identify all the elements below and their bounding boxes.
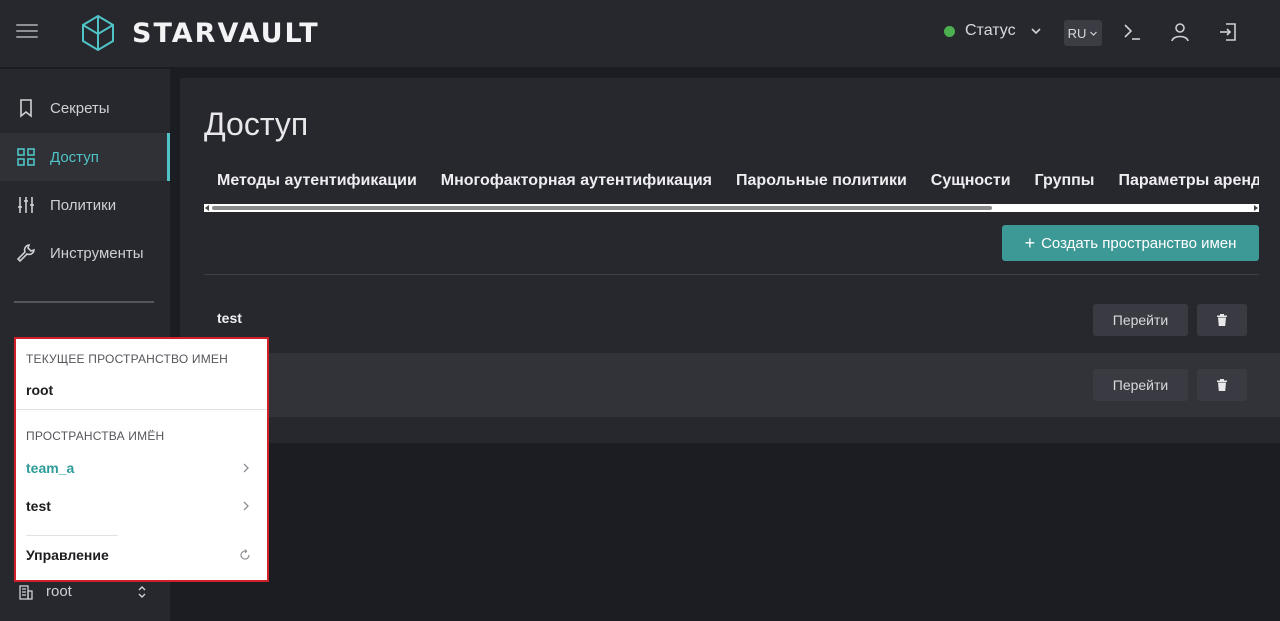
- scroll-right-icon[interactable]: [1254, 205, 1258, 211]
- current-namespace-label: root: [26, 382, 54, 398]
- row-name[interactable]: test: [217, 310, 242, 326]
- go-button[interactable]: Перейти: [1093, 304, 1188, 336]
- main-panel: Доступ Методы аутентификации Многофактор…: [180, 78, 1280, 443]
- namespace-switcher[interactable]: root: [18, 583, 148, 600]
- user-icon[interactable]: [1168, 20, 1192, 44]
- namespace-popup: ТЕКУЩЕЕ ПРОСТРАНСТВО ИМЕН root ПРОСТРАНС…: [14, 337, 269, 582]
- create-namespace-button[interactable]: + Создать пространство имен: [1002, 225, 1259, 261]
- sidebar-item-label: Инструменты: [50, 244, 144, 262]
- tab-auth-methods[interactable]: Методы аутентификации: [204, 172, 429, 198]
- bookmark-icon: [20, 99, 32, 118]
- chevron-down-icon: [1031, 28, 1041, 35]
- brand-name[interactable]: STARVAULT: [132, 18, 320, 49]
- wrench-icon: [16, 244, 35, 263]
- table-row: Перейти: [180, 353, 1280, 417]
- table-row: test Перейти: [204, 288, 1280, 352]
- sidebar-item-tools[interactable]: Инструменты: [0, 229, 170, 277]
- sidebar-item-label: Доступ: [50, 148, 99, 166]
- chevron-down-icon: [1090, 31, 1098, 36]
- sidebar-item-label: Политики: [50, 196, 117, 214]
- sidebar-item-label: Секреты: [50, 99, 110, 117]
- divider: [204, 274, 1259, 275]
- current-namespace-value: root: [26, 382, 251, 398]
- sidebar-item-policies[interactable]: Политики: [0, 181, 170, 229]
- delete-button[interactable]: [1197, 304, 1247, 336]
- sliders-icon: [18, 197, 34, 213]
- divider: [26, 535, 118, 536]
- namespaces-heading: ПРОСТРАНСТВА ИМЁН: [26, 429, 165, 443]
- namespace-item-team-a[interactable]: team_a: [26, 460, 251, 476]
- terminal-icon[interactable]: [1120, 20, 1144, 44]
- tab-bar: Методы аутентификации Многофакторная аут…: [204, 172, 1259, 198]
- status-dropdown[interactable]: Статус: [944, 22, 1042, 40]
- trash-icon: [1217, 314, 1227, 326]
- go-button[interactable]: Перейти: [1093, 369, 1188, 401]
- namespace-item-test[interactable]: test: [26, 498, 251, 514]
- namespace-item-label: test: [26, 498, 51, 514]
- tab-entities[interactable]: Сущности: [919, 172, 1023, 198]
- tab-scrollbar[interactable]: [204, 204, 1259, 212]
- refresh-icon[interactable]: [239, 549, 251, 561]
- logout-icon[interactable]: [1216, 20, 1240, 44]
- chevron-right-icon: [243, 463, 249, 473]
- logo-icon[interactable]: [80, 14, 116, 52]
- tab-mfa[interactable]: Многофакторная аутентификация: [429, 172, 724, 198]
- sidebar-item-secrets[interactable]: Секреты: [0, 84, 170, 132]
- current-namespace-heading: ТЕКУЩЕЕ ПРОСТРАНСТВО ИМЕН: [26, 352, 229, 366]
- tab-lease-params[interactable]: Параметры аренды: [1106, 172, 1259, 198]
- page-title: Доступ: [204, 106, 309, 142]
- menu-icon[interactable]: [16, 24, 38, 42]
- status-label: Статус: [965, 22, 1016, 39]
- divider: [16, 409, 267, 410]
- namespace-item-label: team_a: [26, 460, 75, 476]
- status-indicator: [944, 25, 955, 37]
- sidebar-item-access[interactable]: Доступ: [0, 133, 170, 181]
- chevron-right-icon: [243, 501, 249, 511]
- language-label: RU: [1067, 25, 1087, 41]
- create-namespace-label: Создать пространство имен: [1041, 234, 1237, 252]
- sidebar-divider: [14, 301, 154, 303]
- namespace-current-label: root: [46, 583, 72, 600]
- language-selector[interactable]: RU: [1064, 20, 1102, 46]
- building-icon: [19, 584, 33, 600]
- tab-groups[interactable]: Группы: [1023, 172, 1107, 198]
- trash-icon: [1217, 379, 1227, 391]
- manage-namespaces-link[interactable]: Управление: [26, 547, 251, 563]
- top-bar: STARVAULT Статус RU: [0, 0, 1280, 68]
- manage-label: Управление: [26, 547, 109, 563]
- scroll-left-icon[interactable]: [205, 205, 209, 211]
- tab-password-policies[interactable]: Парольные политики: [724, 172, 919, 198]
- scrollbar-thumb[interactable]: [212, 206, 992, 210]
- chevron-updown-icon: [138, 585, 146, 598]
- plus-icon: +: [1024, 233, 1036, 253]
- delete-button[interactable]: [1197, 369, 1247, 401]
- grid-icon: [17, 148, 35, 166]
